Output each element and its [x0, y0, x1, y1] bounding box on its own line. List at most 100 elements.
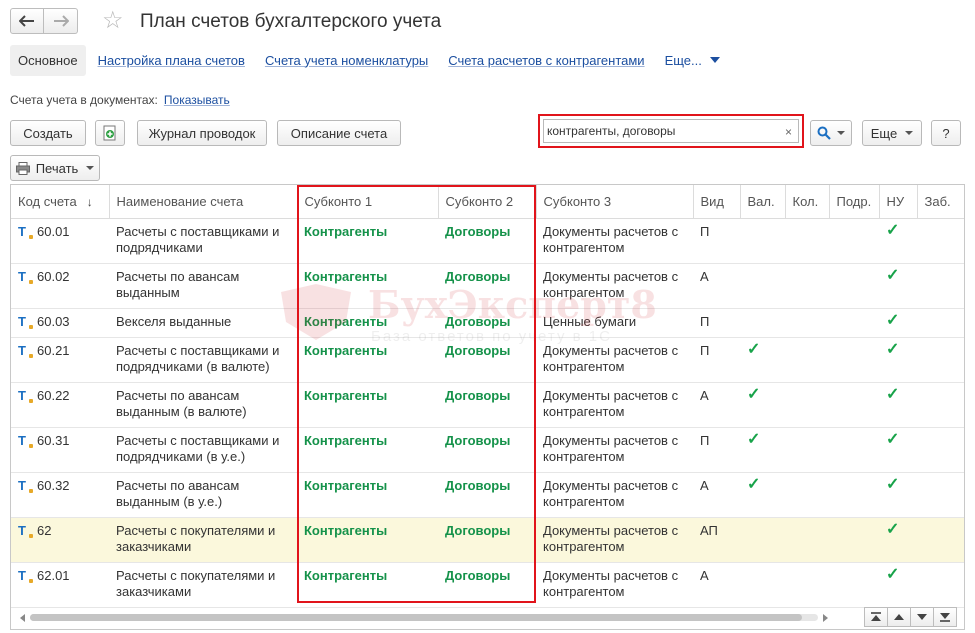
column-header-subconto3[interactable]: Субконто 3	[536, 185, 694, 219]
table-row[interactable]: T 60.22 Расчеты по авансам выданным (в вал…	[11, 382, 964, 428]
table-row[interactable]: T 60.01 Расчеты с поставщиками и подрядчик…	[11, 218, 964, 264]
column-header-division[interactable]: Подр.	[829, 185, 880, 219]
add-folder-icon	[103, 125, 116, 141]
column-header-subconto1[interactable]: Субконто 1	[297, 185, 439, 219]
forward-button[interactable]	[44, 8, 78, 34]
cell-code: T 60.21	[11, 337, 109, 383]
cell-type: А	[693, 382, 740, 428]
cell-quantity	[785, 472, 829, 518]
cell-division	[829, 382, 879, 428]
search-input[interactable]	[543, 119, 799, 143]
cell-code: T 60.22	[11, 382, 109, 428]
cell-offbalance	[917, 263, 964, 309]
column-header-name[interactable]: Наименование счета	[109, 185, 298, 219]
cell-division	[829, 517, 879, 563]
column-header-subconto2[interactable]: Субконто 2	[438, 185, 537, 219]
double-up-icon	[871, 612, 881, 621]
cell-offbalance	[917, 308, 964, 338]
arrow-up-icon	[894, 614, 904, 620]
cell-tax: ✓	[879, 382, 917, 428]
cell-currency: ✓	[740, 382, 785, 428]
cell-quantity	[785, 382, 829, 428]
tabs-more-menu[interactable]: Еще...	[665, 53, 720, 68]
table-row[interactable]: T 60.21 Расчеты с поставщиками и подрядчик…	[11, 337, 964, 383]
tab-plan-settings[interactable]: Настройка плана счетов	[98, 53, 245, 68]
cell-tax: ✓	[879, 427, 917, 473]
cell-subconto2: Договоры	[438, 308, 536, 338]
cell-name: Расчеты с покупателями и заказчиками	[109, 562, 297, 608]
cell-type: П	[693, 337, 740, 383]
column-header-offbalance[interactable]: Заб.	[917, 185, 964, 219]
account-code: 60.21	[37, 342, 70, 358]
cell-division	[829, 218, 879, 264]
table-row[interactable]: T 60.31 Расчеты с поставщиками и подрядчик…	[11, 427, 964, 473]
column-header-quantity[interactable]: Кол.	[785, 185, 830, 219]
column-header-currency[interactable]: Вал.	[740, 185, 786, 219]
cell-quantity	[785, 517, 829, 563]
account-icon: T	[18, 523, 33, 539]
cell-tax: ✓	[879, 472, 917, 518]
create-button[interactable]: Создать	[10, 120, 86, 146]
last-row-button[interactable]	[933, 607, 957, 627]
cell-name: Расчеты с поставщиками и подрядчиками (в…	[109, 337, 297, 383]
more-actions-button[interactable]: Еще	[862, 120, 922, 146]
cell-subconto2: Договоры	[438, 263, 536, 309]
table-navigation	[864, 607, 957, 627]
favorite-star-icon[interactable]: ☆	[102, 8, 124, 34]
scroll-left-icon[interactable]	[20, 614, 25, 622]
table-row[interactable]: T 62 Расчеты с покупателями и заказчиками К…	[11, 517, 964, 563]
help-button[interactable]: ?	[931, 120, 961, 146]
print-button[interactable]: Печать	[10, 155, 100, 181]
cell-subconto1: Контрагенты	[297, 218, 438, 264]
chevron-down-icon	[905, 131, 914, 135]
scroll-thumb[interactable]	[30, 614, 802, 621]
table-row[interactable]: T 62.01 Расчеты с покупателями и заказчика…	[11, 562, 964, 608]
cell-code: T 60.03	[11, 308, 109, 338]
cell-code: T 62	[11, 517, 109, 563]
arrow-left-icon	[19, 15, 34, 27]
table-row[interactable]: T 60.32 Расчеты по авансам выданным (в у.е…	[11, 472, 964, 518]
next-row-button[interactable]	[910, 607, 934, 627]
table-row[interactable]: T 60.03 Векселя выданные Контрагенты Договор…	[11, 308, 964, 338]
column-header-type[interactable]: Вид	[693, 185, 741, 219]
tab-main[interactable]: Основное	[10, 44, 86, 76]
column-header-tax[interactable]: НУ	[879, 185, 918, 219]
back-button[interactable]	[10, 8, 44, 34]
chevron-down-icon	[837, 131, 845, 135]
horizontal-scrollbar[interactable]	[20, 611, 828, 625]
cell-name: Расчеты по авансам выданным (в валюте)	[109, 382, 297, 428]
more-actions-label: Еще	[870, 125, 898, 141]
show-doc-accounts-link[interactable]: Показывать	[164, 93, 230, 107]
cell-subconto1: Контрагенты	[297, 308, 438, 338]
search-button[interactable]	[810, 120, 852, 146]
cell-name: Векселя выданные	[109, 308, 297, 338]
first-row-button[interactable]	[864, 607, 888, 627]
scroll-right-icon[interactable]	[823, 614, 828, 622]
arrow-down-icon	[917, 614, 927, 620]
column-header-code[interactable]: Код счета ↓	[11, 185, 110, 219]
cell-quantity	[785, 427, 829, 473]
cell-subconto3: Документы расчетов с контрагентом	[536, 337, 693, 383]
cell-code: T 60.02	[11, 263, 109, 309]
doc-accounts-label: Счета учета в документах:	[10, 93, 158, 107]
account-code: 60.22	[37, 387, 70, 403]
account-icon: T	[18, 343, 33, 359]
cell-name: Расчеты с поставщиками и подрядчиками	[109, 218, 297, 264]
cell-offbalance	[917, 517, 964, 563]
section-tabs: Основное Настройка плана счетов Счета уч…	[10, 44, 720, 76]
tab-nomenclature-accounts[interactable]: Счета учета номенклатуры	[265, 53, 428, 68]
cell-currency	[740, 517, 785, 563]
account-icon: T	[18, 433, 33, 449]
clear-search-icon[interactable]: ×	[785, 125, 792, 139]
prev-row-button[interactable]	[887, 607, 911, 627]
cell-currency: ✓	[740, 337, 785, 383]
cell-offbalance	[917, 562, 964, 608]
cell-subconto2: Договоры	[438, 382, 536, 428]
journal-button[interactable]: Журнал проводок	[137, 120, 267, 146]
cell-type: А	[693, 263, 740, 309]
cell-subconto1: Контрагенты	[297, 263, 438, 309]
account-description-button[interactable]: Описание счета	[277, 120, 401, 146]
create-group-button[interactable]	[95, 120, 125, 146]
tab-counterparty-accounts[interactable]: Счета расчетов с контрагентами	[448, 53, 644, 68]
table-row[interactable]: T 60.02 Расчеты по авансам выданным Контраг…	[11, 263, 964, 309]
